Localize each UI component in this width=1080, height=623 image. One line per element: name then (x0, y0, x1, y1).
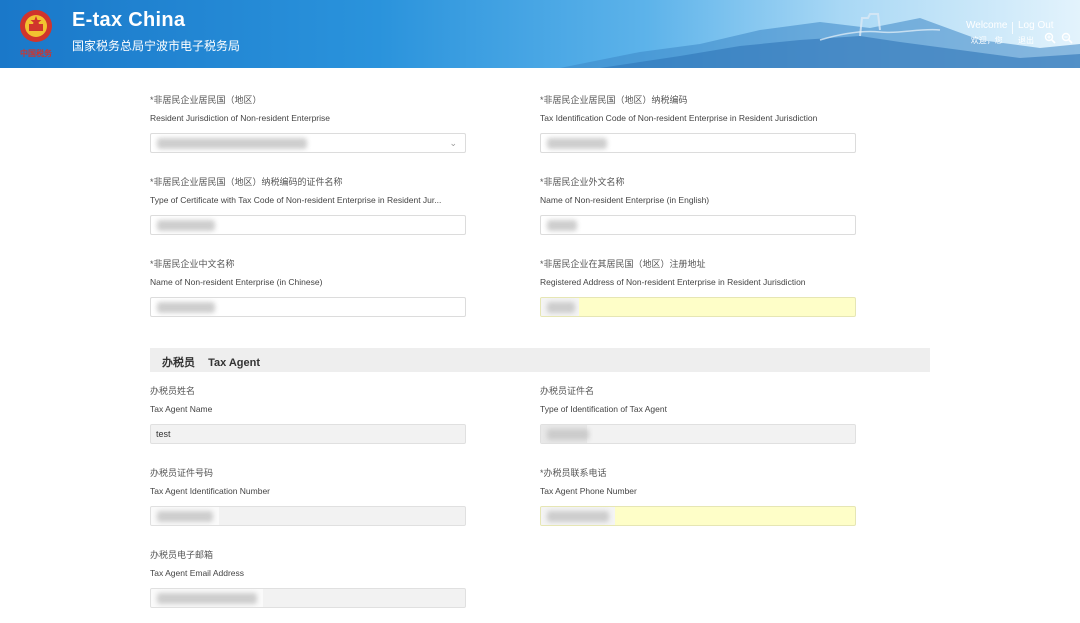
logout-label: Log Out (1018, 20, 1054, 31)
zoom-in-icon[interactable] (1044, 32, 1056, 44)
field-label-en: Resident Jurisdiction of Non-resident En… (150, 113, 331, 123)
section-title-en: Tax Agent (208, 357, 261, 369)
field-label-cn: *非居民企业居民国（地区） (150, 95, 262, 105)
field-name-english: *非居民企业外文名称 Name of Non-resident Enterpri… (540, 176, 856, 235)
redacted-value (547, 220, 577, 231)
name-chinese-input[interactable] (150, 297, 466, 317)
agent-id-type-input[interactable] (540, 424, 856, 444)
field-label-cn: *非居民企业在其居民国（地区）注册地址 (540, 259, 706, 269)
field-label-en: Tax Agent Phone Number (540, 486, 637, 496)
redacted-value (547, 138, 607, 149)
resident-jurisdiction-select[interactable]: ⌄ (150, 133, 466, 153)
agent-email-input[interactable] (150, 588, 466, 608)
section-title-cn: 办税员 (162, 357, 195, 369)
redacted-value (547, 429, 589, 440)
field-agent-email: 办税员电子邮箱 Tax Agent Email Address (150, 549, 466, 608)
field-label-cn: 办税员证件号码 (150, 468, 214, 478)
field-label-cn: *非居民企业中文名称 (150, 259, 235, 269)
redacted-value (547, 302, 575, 313)
field-label-cn: *非居民企业外文名称 (540, 177, 625, 187)
agent-phone-input[interactable] (540, 506, 856, 526)
field-registered-address: *非居民企业在其居民国（地区）注册地址 Registered Address o… (540, 258, 856, 317)
field-label-en: Tax Identification Code of Non-resident … (540, 113, 818, 123)
cert-type-input[interactable] (150, 215, 466, 235)
redacted-value (157, 511, 213, 522)
field-label-en: Registered Address of Non-resident Enter… (540, 277, 806, 287)
field-agent-phone: *办税员联系电话 Tax Agent Phone Number (540, 467, 856, 526)
registered-address-input[interactable] (540, 297, 856, 317)
field-label-cn: *非居民企业居民国（地区）纳税编码 (540, 95, 688, 105)
header-divider (1012, 22, 1013, 34)
field-agent-id-type: 办税员证件名 Type of Identification of Tax Age… (540, 385, 856, 444)
field-label-en: Type of Certificate with Tax Code of Non… (150, 195, 442, 205)
field-label-en: Type of Identification of Tax Agent (540, 404, 667, 414)
field-label-en: Name of Non-resident Enterprise (in Engl… (540, 195, 710, 205)
tax-id-code-input[interactable] (540, 133, 856, 153)
redacted-value (157, 302, 215, 313)
tax-agent-section-header: 办税员 Tax Agent (150, 348, 930, 372)
redacted-value (157, 593, 257, 604)
emblem-caption: 中国税务 (20, 49, 52, 58)
app-subtitle: 国家税务总局宁波市电子税务局 (72, 39, 241, 53)
name-english-input[interactable] (540, 215, 856, 235)
section-title: 办税员 Tax Agent (162, 354, 260, 370)
zoom-out-icon[interactable] (1061, 32, 1073, 44)
field-label-cn: 办税员证件名 (540, 386, 595, 396)
redacted-value (157, 220, 215, 231)
field-label-cn: 办税员电子邮箱 (150, 550, 214, 560)
redacted-value (157, 138, 307, 149)
redacted-value (547, 511, 609, 522)
field-label-cn: *非居民企业居民国（地区）纳税编码的证件名称 (150, 177, 343, 187)
field-label-en: Tax Agent Name (150, 404, 213, 414)
field-agent-name: 办税员姓名 Tax Agent Name test (150, 385, 466, 444)
welcome-user: 欢迎，您 (970, 36, 1003, 45)
welcome-label: Welcome (966, 20, 1008, 31)
welcome-link[interactable]: Welcome 欢迎，您 (966, 20, 1008, 46)
field-label-cn: *办税员联系电话 (540, 468, 607, 478)
field-label-cn: 办税员姓名 (150, 386, 196, 396)
top-header: 中国税务 E-tax China 国家税务总局宁波市电子税务局 Welcome … (0, 0, 1080, 68)
agent-name-value: test (156, 429, 171, 439)
field-resident-jurisdiction: *非居民企业居民国（地区） Resident Jurisdiction of N… (150, 94, 466, 153)
field-tax-id-code: *非居民企业居民国（地区）纳税编码 Tax Identification Cod… (540, 94, 856, 153)
app-title: E-tax China (72, 9, 186, 31)
chevron-down-icon: ⌄ (449, 138, 457, 148)
field-cert-type: *非居民企业居民国（地区）纳税编码的证件名称 Type of Certifica… (150, 176, 466, 235)
field-name-chinese: *非居民企业中文名称 Name of Non-resident Enterpri… (150, 258, 466, 317)
agent-name-input[interactable]: test (150, 424, 466, 444)
agent-id-number-input[interactable] (150, 506, 466, 526)
field-label-en: Tax Agent Identification Number (150, 486, 271, 496)
field-label-en: Name of Non-resident Enterprise (in Chin… (150, 277, 323, 287)
field-label-en: Tax Agent Email Address (150, 568, 245, 578)
field-agent-id-number: 办税员证件号码 Tax Agent Identification Number (150, 467, 466, 526)
